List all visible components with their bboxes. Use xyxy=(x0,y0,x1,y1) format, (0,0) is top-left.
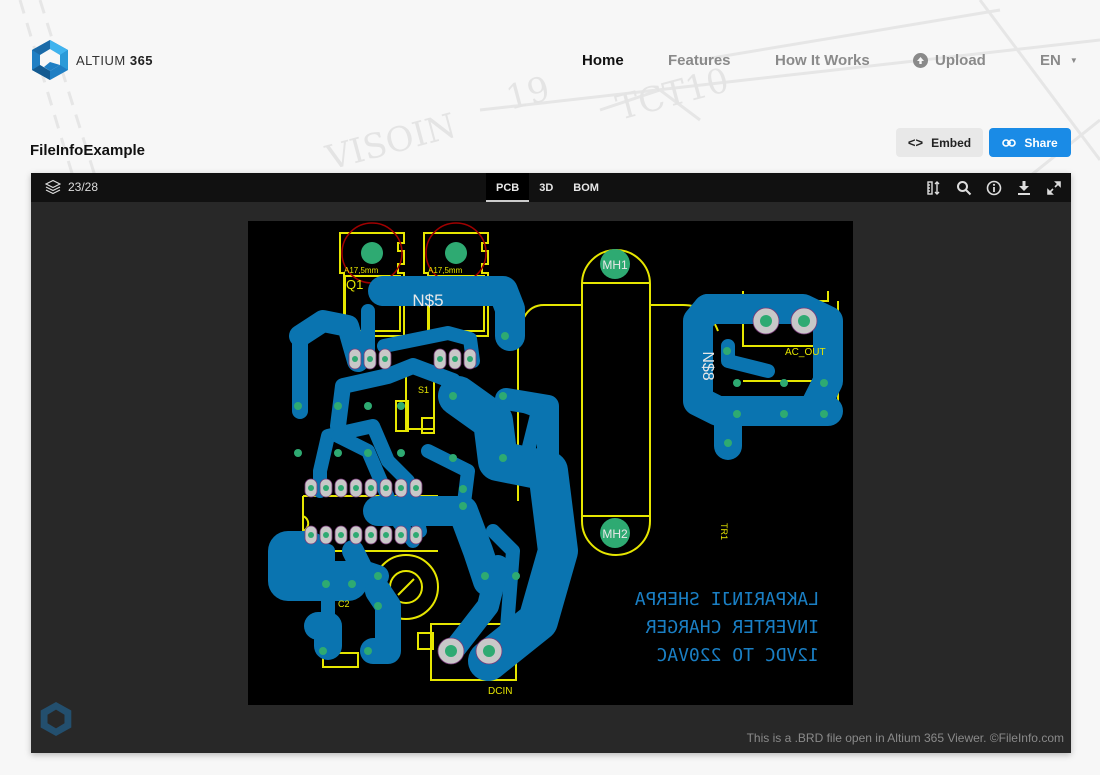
nav-features[interactable]: Features xyxy=(668,52,731,69)
viewer-watermark-logo xyxy=(39,700,73,743)
site-header: ALTIUM 365 Home Features How It Works Up… xyxy=(0,0,1100,120)
nav-home[interactable]: Home xyxy=(582,52,624,69)
label-pad-size-q1: A17,5mm xyxy=(344,266,379,275)
pcb-drawing: N$5 N$8 MH1 MH2 Q1 A17,5mm A17,5mm S1 DC… xyxy=(268,222,843,697)
search-icon[interactable] xyxy=(955,179,973,197)
nav-upload-label: Upload xyxy=(935,52,986,69)
upload-icon xyxy=(913,53,928,68)
share-button[interactable]: Share xyxy=(989,128,1071,157)
embed-label: Embed xyxy=(931,135,972,150)
viewer-toolbar: 23/28 PCB 3D BOM xyxy=(31,173,1071,202)
main-nav: Home Features How It Works Upload EN ▼ xyxy=(0,52,1100,72)
info-icon[interactable] xyxy=(985,179,1003,197)
net-label-n5: N$5 xyxy=(412,291,443,310)
tab-pcb[interactable]: PCB xyxy=(486,173,530,202)
label-s1: S1 xyxy=(418,385,429,395)
credit-line-2: INVERTER CHARGER xyxy=(645,617,819,638)
chevron-down-icon: ▼ xyxy=(1069,56,1078,65)
tab-3d[interactable]: 3D xyxy=(529,173,563,202)
label-c2: C2 xyxy=(338,599,350,609)
label-tr1: TR1 xyxy=(719,523,729,540)
pcb-canvas[interactable]: N$5 N$8 MH1 MH2 Q1 A17,5mm A17,5mm S1 DC… xyxy=(248,221,853,705)
label-pad-size-q2: A17,5mm xyxy=(428,266,463,275)
label-q1: Q1 xyxy=(346,277,363,292)
label-mh1: MH1 xyxy=(602,258,628,272)
net-label-n8: N$8 xyxy=(699,351,716,380)
label-ac-out: AC_OUT xyxy=(785,347,826,358)
layers-button[interactable]: 23/28 xyxy=(45,179,98,195)
file-title: FileInfoExample xyxy=(30,142,146,159)
viewer-footer-note: This is a .BRD file open in Altium 365 V… xyxy=(746,731,1064,745)
code-icon: <> xyxy=(907,135,924,150)
tab-bom[interactable]: BOM xyxy=(563,173,609,202)
nav-how-it-works[interactable]: How It Works xyxy=(775,52,870,69)
link-icon xyxy=(1002,138,1017,147)
measure-icon[interactable] xyxy=(925,179,943,197)
embed-button[interactable]: <> Embed xyxy=(896,128,983,157)
language-label: EN xyxy=(1040,52,1061,69)
language-selector[interactable]: EN ▼ xyxy=(1040,52,1078,69)
layers-icon xyxy=(45,179,61,195)
pcb-viewer[interactable]: 23/28 PCB 3D BOM N$5 N$8 MH1 MH2 Q1 A17,… xyxy=(31,173,1071,753)
viewer-tabs: PCB 3D BOM xyxy=(486,173,609,202)
label-mh2: MH2 xyxy=(602,527,628,541)
fullscreen-icon[interactable] xyxy=(1045,179,1063,197)
layer-counter: 23/28 xyxy=(68,180,99,194)
download-icon[interactable] xyxy=(1015,179,1033,197)
share-label: Share xyxy=(1024,135,1058,150)
credit-line-1: LAKPARINJI SHERPA xyxy=(635,589,819,610)
silkscreen-credit-text: LAKPARINJI SHERPA INVERTER CHARGER 12VDC… xyxy=(635,589,819,666)
nav-upload[interactable]: Upload xyxy=(913,52,986,69)
label-dcin: DCIN xyxy=(488,686,512,697)
viewer-tools xyxy=(925,173,1063,202)
credit-line-3: 12VDC TO 220VAC xyxy=(656,645,819,666)
